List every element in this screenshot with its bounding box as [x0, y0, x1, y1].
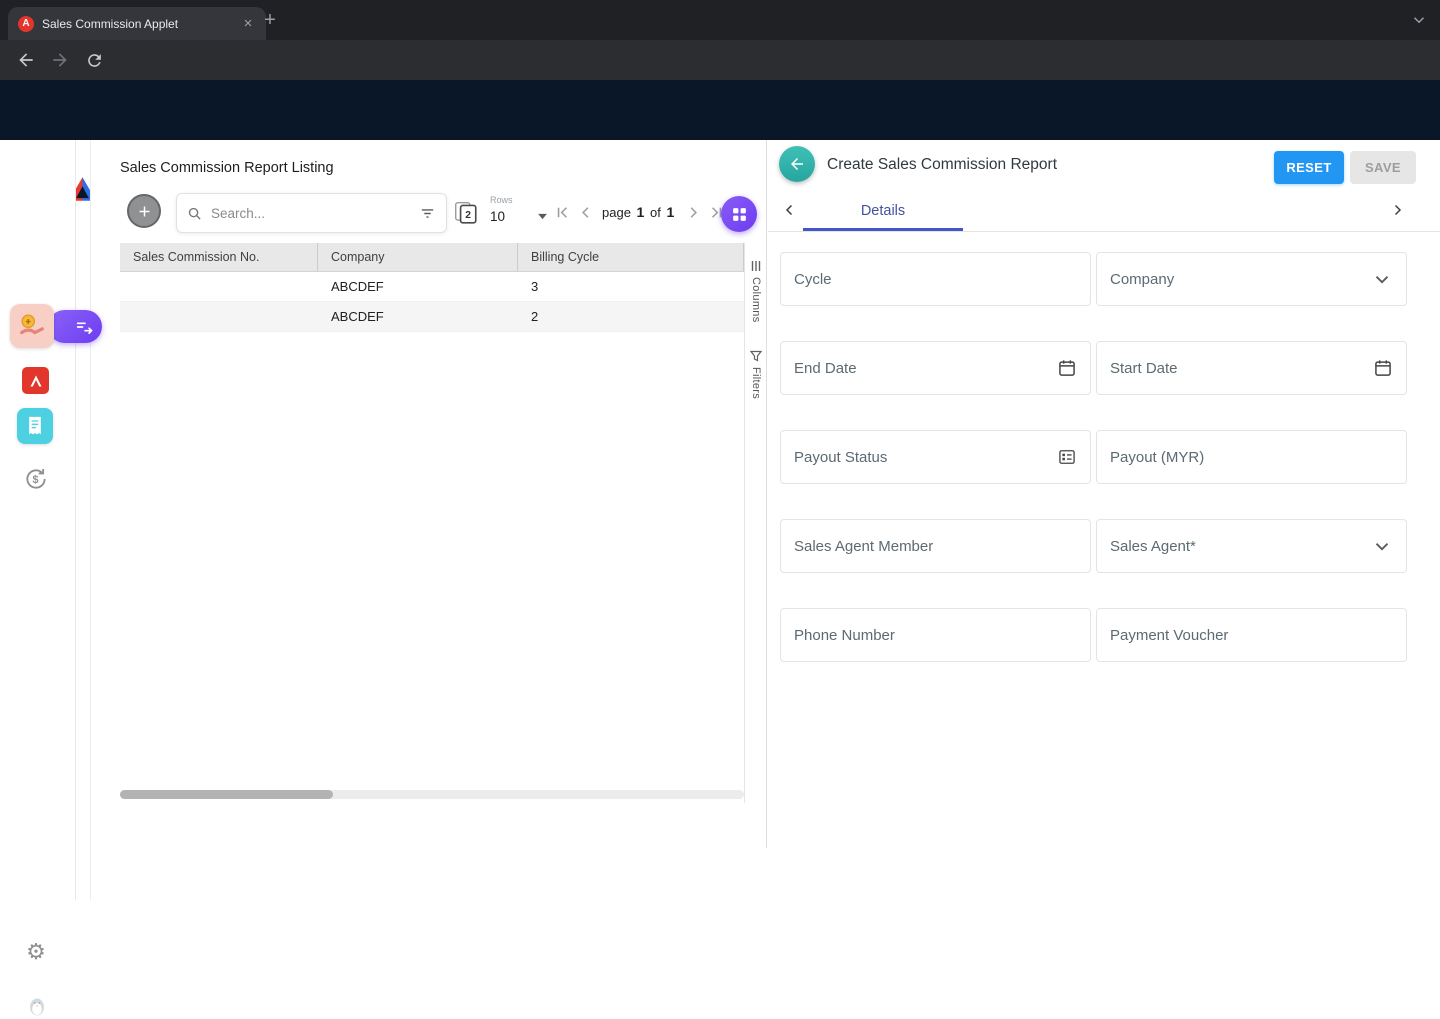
prev-page-button[interactable] [574, 201, 596, 223]
screen: A Sales Commission Applet × + akaun.clou… [0, 0, 1440, 900]
page-view-toggle-icon[interactable]: 2 [453, 200, 479, 226]
cell-sales-commission-no [120, 272, 318, 301]
applet-sidebar: $ ⚙ [0, 140, 76, 900]
caret-down-icon [537, 213, 548, 220]
table-header-row: Sales Commission No. Company Billing Cyc… [120, 243, 744, 272]
calendar-icon[interactable] [1373, 358, 1393, 378]
applet-flyout-pill[interactable] [48, 310, 102, 343]
search-input[interactable] [209, 205, 412, 222]
table-row[interactable]: ABCDEF 3 [120, 272, 744, 302]
back-icon[interactable] [14, 48, 38, 72]
panel-title: Create Sales Commission Report [827, 156, 1057, 174]
funnel-icon [750, 350, 762, 362]
tab-title: Sales Commission Applet [42, 17, 232, 31]
currency-exchange-icon[interactable]: $ [23, 466, 49, 492]
penguin-mascot-icon[interactable] [24, 993, 50, 1019]
plus-icon [136, 203, 153, 220]
active-tab-underline [803, 228, 963, 231]
chevron-down-icon [1371, 268, 1393, 290]
grid-view-button[interactable] [721, 196, 757, 232]
browser-tab[interactable]: A Sales Commission Applet × [8, 7, 266, 40]
cell-company: ABCDEF [318, 302, 518, 331]
report-form: Cycle Company End Date Start Date [780, 252, 1407, 662]
chevron-down-icon [1371, 535, 1393, 557]
close-icon[interactable]: × [240, 16, 256, 31]
sales-commission-applet-icon[interactable] [10, 304, 54, 348]
start-date-field[interactable]: Start Date [1096, 341, 1407, 395]
column-header-sales-commission-no[interactable]: Sales Commission No. [120, 243, 318, 271]
tabs-scroll-right-icon[interactable] [1387, 200, 1407, 220]
horizontal-scrollbar[interactable] [120, 790, 744, 799]
table-side-rail: Columns Filters [744, 243, 767, 803]
tab-details[interactable]: Details [803, 190, 963, 231]
reset-button[interactable]: RESET [1274, 151, 1344, 184]
cell-company: ABCDEF [318, 272, 518, 301]
filters-rail-toggle[interactable]: Filters [745, 350, 767, 399]
add-record-button[interactable] [127, 194, 161, 228]
form-tabs: Details [768, 190, 1440, 232]
create-report-panel: Create Sales Commission Report RESET SAV… [768, 140, 1440, 848]
next-page-button[interactable] [682, 201, 704, 223]
report-table: Sales Commission No. Company Billing Cyc… [120, 243, 744, 332]
rows-value: 10 [490, 209, 505, 224]
scrollbar-thumb[interactable] [120, 790, 333, 799]
app-header: akaun [0, 80, 1440, 140]
company-field[interactable]: Company [1096, 252, 1407, 306]
status-list-icon[interactable] [1057, 447, 1077, 467]
filter-list-icon[interactable] [419, 205, 436, 222]
columns-rail-label: Columns [750, 277, 762, 323]
listing-panel: Sales Commission Report Listing 2 Rows 1 [91, 140, 767, 848]
forward-icon[interactable] [48, 48, 72, 72]
pagination: page 1 of 1 [551, 201, 727, 223]
menu-arrow-icon [76, 320, 94, 334]
payment-voucher-field[interactable]: Payment Voucher [1096, 608, 1407, 662]
column-header-billing-cycle[interactable]: Billing Cycle [518, 243, 744, 271]
browser-toolbar: akaun.cloud/#/applet/tnt/wavelet/erp/int… [0, 40, 1440, 80]
search-box[interactable] [176, 193, 447, 233]
end-date-field[interactable]: End Date [780, 341, 1091, 395]
save-button[interactable]: SAVE [1350, 151, 1416, 184]
svg-text:2: 2 [465, 210, 471, 221]
tabs-scroll-left-icon[interactable] [780, 200, 800, 220]
payout-myr-field[interactable]: Payout (MYR) [1096, 430, 1407, 484]
columns-icon [750, 260, 762, 272]
browser-tab-strip: A Sales Commission Applet × + [0, 0, 1440, 40]
back-button[interactable] [779, 146, 815, 182]
cycle-field[interactable]: Cycle [780, 252, 1091, 306]
page-indicator: page 1 of 1 [597, 204, 681, 220]
columns-rail-toggle[interactable]: Columns [745, 260, 767, 323]
filters-rail-label: Filters [750, 367, 762, 399]
receipt-applet-icon[interactable] [17, 408, 53, 444]
settings-gear-icon[interactable]: ⚙ [24, 940, 48, 964]
svg-text:$: $ [33, 474, 39, 486]
rows-label: Rows [490, 195, 548, 205]
search-icon [187, 206, 202, 221]
table-row[interactable]: ABCDEF 2 [120, 302, 744, 332]
first-page-button[interactable] [551, 201, 573, 223]
calendar-icon[interactable] [1057, 358, 1077, 378]
new-tab-button[interactable]: + [256, 6, 284, 34]
tab-favicon: A [18, 16, 34, 32]
grid-icon [731, 206, 748, 223]
cell-billing-cycle: 2 [518, 302, 744, 331]
sales-agent-member-field[interactable]: Sales Agent Member [780, 519, 1091, 573]
sales-agent-field[interactable]: Sales Agent* [1096, 519, 1407, 573]
chevron-down-icon[interactable] [1410, 11, 1428, 29]
back-arrow-icon [788, 155, 806, 173]
payout-status-field[interactable]: Payout Status [780, 430, 1091, 484]
cell-sales-commission-no [120, 302, 318, 331]
column-header-company[interactable]: Company [318, 243, 518, 271]
listing-title: Sales Commission Report Listing [120, 160, 334, 176]
cell-billing-cycle: 3 [518, 272, 744, 301]
reload-icon[interactable] [82, 48, 106, 72]
phone-number-field[interactable]: Phone Number [780, 608, 1091, 662]
pdf-applet-icon[interactable] [22, 367, 49, 394]
rows-per-page-select[interactable]: Rows 10 [490, 195, 548, 224]
